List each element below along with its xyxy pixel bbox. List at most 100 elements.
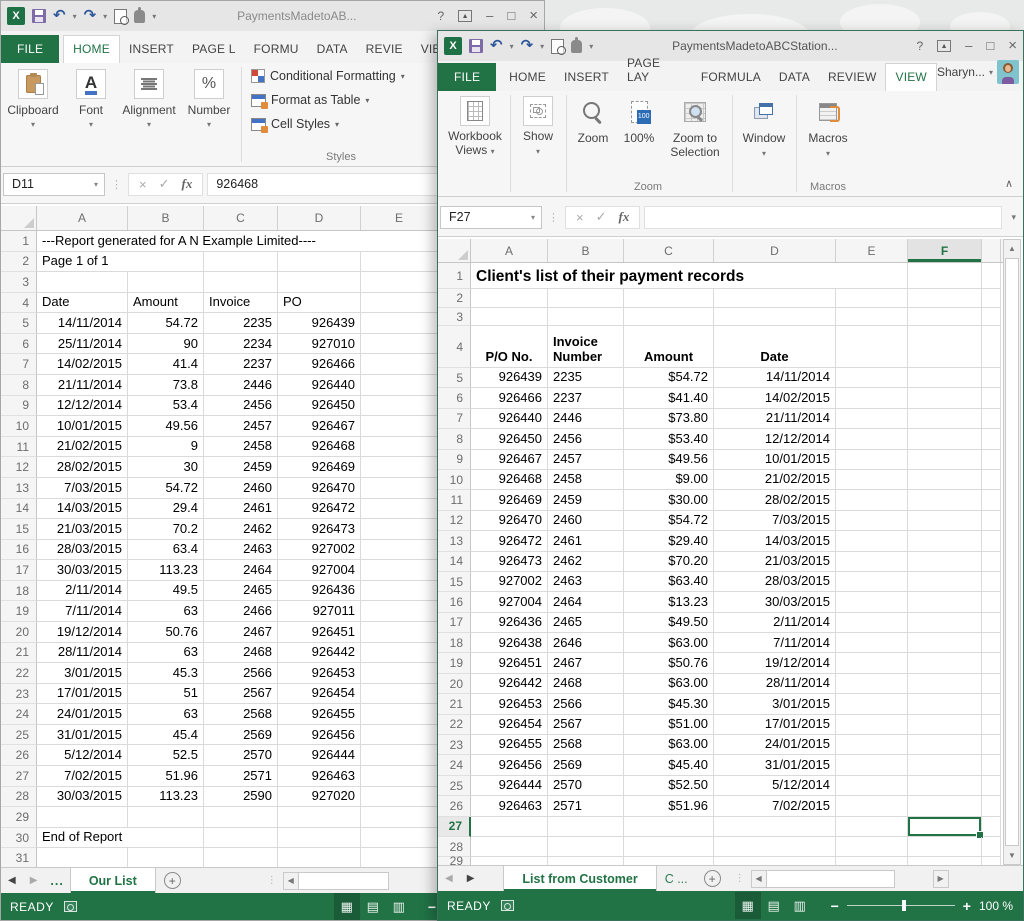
close-icon[interactable]: × bbox=[1008, 40, 1017, 52]
cell-A24[interactable]: 926456 bbox=[471, 755, 548, 775]
cell-D21[interactable]: 3/01/2015 bbox=[714, 694, 836, 714]
sheet-nav-left-icon[interactable]: ◀ bbox=[1, 868, 23, 893]
sheet-tab-list-from-customer[interactable]: List from Customer bbox=[503, 866, 656, 891]
cell-D30[interactable] bbox=[278, 828, 361, 849]
row-header-12[interactable]: 12 bbox=[1, 457, 37, 478]
cell-D7[interactable]: 21/11/2014 bbox=[714, 409, 836, 429]
cell-A8[interactable]: 926450 bbox=[471, 429, 548, 449]
cell-D24[interactable]: 926455 bbox=[278, 704, 361, 725]
row-header-30[interactable]: 30 bbox=[1, 828, 37, 849]
cell-D28[interactable]: 927020 bbox=[278, 787, 361, 808]
collapse-ribbon-icon[interactable]: ∧ bbox=[1005, 177, 1013, 190]
cell-A26[interactable]: 926463 bbox=[471, 796, 548, 816]
show-button[interactable]: Show▾ bbox=[514, 96, 562, 159]
column-header-A[interactable]: A bbox=[37, 206, 128, 230]
cell-C22[interactable]: 2566 bbox=[204, 663, 278, 684]
column-header-C[interactable]: C bbox=[624, 239, 714, 262]
column-header-partial[interactable] bbox=[982, 239, 1001, 262]
row-header-9[interactable]: 9 bbox=[438, 450, 471, 470]
row-header-6[interactable]: 6 bbox=[438, 388, 471, 408]
row-header-19[interactable]: 19 bbox=[1, 601, 37, 622]
cell-D10[interactable]: 21/02/2015 bbox=[714, 470, 836, 490]
row-header-22[interactable]: 22 bbox=[438, 715, 471, 735]
left-name-box[interactable]: D11▾ bbox=[3, 173, 105, 196]
cell-D18[interactable]: 926436 bbox=[278, 581, 361, 602]
cell-A12[interactable]: 28/02/2015 bbox=[37, 457, 128, 478]
ribbon-tab-home[interactable]: HOME bbox=[500, 64, 555, 91]
cell-g8[interactable] bbox=[982, 429, 1001, 449]
cell-A21[interactable]: 926453 bbox=[471, 694, 548, 714]
cell-B14[interactable]: 29.4 bbox=[128, 499, 204, 520]
cell-A19[interactable]: 926451 bbox=[471, 653, 548, 673]
cell-g24[interactable] bbox=[982, 755, 1001, 775]
normal-view-icon[interactable]: ▦ bbox=[334, 893, 360, 920]
row-header-16[interactable]: 16 bbox=[438, 592, 471, 612]
row-header-22[interactable]: 22 bbox=[1, 663, 37, 684]
cell-D25[interactable]: 926456 bbox=[278, 725, 361, 746]
cell-A18[interactable]: 926438 bbox=[471, 633, 548, 653]
cell-E11[interactable] bbox=[836, 490, 908, 510]
cell-C9[interactable]: 2456 bbox=[204, 396, 278, 417]
cell-D6[interactable]: 927010 bbox=[278, 334, 361, 355]
cell-A15[interactable]: 21/03/2015 bbox=[37, 519, 128, 540]
cell-C6[interactable]: 2234 bbox=[204, 334, 278, 355]
ribbon-tab-formula[interactable]: FORMULA bbox=[692, 64, 770, 91]
cell-F28[interactable] bbox=[908, 837, 982, 857]
cell-B22[interactable]: 45.3 bbox=[128, 663, 204, 684]
cell-A14[interactable]: 14/03/2015 bbox=[37, 499, 128, 520]
ribbon-tab-file[interactable]: FILE bbox=[438, 63, 496, 91]
cell-B8[interactable]: 73.8 bbox=[128, 375, 204, 396]
cell-C19[interactable]: $50.76 bbox=[624, 653, 714, 673]
cell-C31[interactable] bbox=[204, 848, 278, 867]
hscroll-left-icon[interactable]: ◀ bbox=[751, 870, 767, 888]
cell-B12[interactable]: 30 bbox=[128, 457, 204, 478]
sheet-nav-right-icon[interactable]: ▶ bbox=[460, 866, 482, 891]
cell-C2[interactable] bbox=[624, 289, 714, 308]
close-icon[interactable]: × bbox=[529, 10, 538, 22]
cell-C27[interactable]: 2571 bbox=[204, 766, 278, 787]
cell-B28[interactable]: 113.23 bbox=[128, 787, 204, 808]
cell-A4[interactable]: P/O No. bbox=[471, 326, 548, 368]
cell-D26[interactable]: 7/02/2015 bbox=[714, 796, 836, 816]
cell-E9[interactable] bbox=[836, 450, 908, 470]
cell-F27[interactable] bbox=[908, 817, 982, 837]
cell-A23[interactable]: 926455 bbox=[471, 735, 548, 755]
cell-B10[interactable]: 49.56 bbox=[128, 416, 204, 437]
ribbon-tab-file[interactable]: FILE bbox=[1, 35, 59, 63]
page-layout-view-icon[interactable]: ▤ bbox=[360, 893, 386, 920]
cell-C17[interactable]: 2464 bbox=[204, 560, 278, 581]
cell-F17[interactable] bbox=[908, 613, 982, 633]
cell-F18[interactable] bbox=[908, 633, 982, 653]
column-header-C[interactable]: C bbox=[204, 206, 278, 230]
cell-B24[interactable]: 63 bbox=[128, 704, 204, 725]
cell-C3[interactable] bbox=[204, 272, 278, 293]
cell-g15[interactable] bbox=[982, 572, 1001, 592]
cell-B11[interactable]: 9 bbox=[128, 437, 204, 458]
cell-B2[interactable] bbox=[128, 252, 204, 273]
cell-A9[interactable]: 12/12/2014 bbox=[37, 396, 128, 417]
column-header-B[interactable]: B bbox=[128, 206, 204, 230]
cell-B26[interactable]: 52.5 bbox=[128, 745, 204, 766]
row-header-11[interactable]: 11 bbox=[1, 437, 37, 458]
cell-E3[interactable] bbox=[836, 308, 908, 326]
cell-B21[interactable]: 63 bbox=[128, 643, 204, 664]
cell-E23[interactable] bbox=[361, 684, 438, 705]
row-header-16[interactable]: 16 bbox=[1, 540, 37, 561]
cell-E18[interactable] bbox=[836, 633, 908, 653]
cell-C9[interactable]: $49.56 bbox=[624, 450, 714, 470]
maximize-icon[interactable]: □ bbox=[507, 10, 515, 22]
cell-B25[interactable]: 2570 bbox=[548, 776, 624, 796]
cell-A5[interactable]: 14/11/2014 bbox=[37, 313, 128, 334]
cell-D29[interactable] bbox=[714, 857, 836, 865]
macro-record-icon[interactable] bbox=[501, 900, 514, 911]
cell-C25[interactable]: $52.50 bbox=[624, 776, 714, 796]
cell-D3[interactable] bbox=[278, 272, 361, 293]
cell-D2[interactable] bbox=[278, 252, 361, 273]
cell-E2[interactable] bbox=[361, 252, 438, 273]
cell-B25[interactable]: 45.4 bbox=[128, 725, 204, 746]
redo-dropdown-icon[interactable]: ▾ bbox=[103, 12, 107, 21]
row-header-3[interactable]: 3 bbox=[438, 308, 471, 326]
cell-E13[interactable] bbox=[836, 531, 908, 551]
cell-D15[interactable]: 28/03/2015 bbox=[714, 572, 836, 592]
cell-E29[interactable] bbox=[836, 857, 908, 865]
